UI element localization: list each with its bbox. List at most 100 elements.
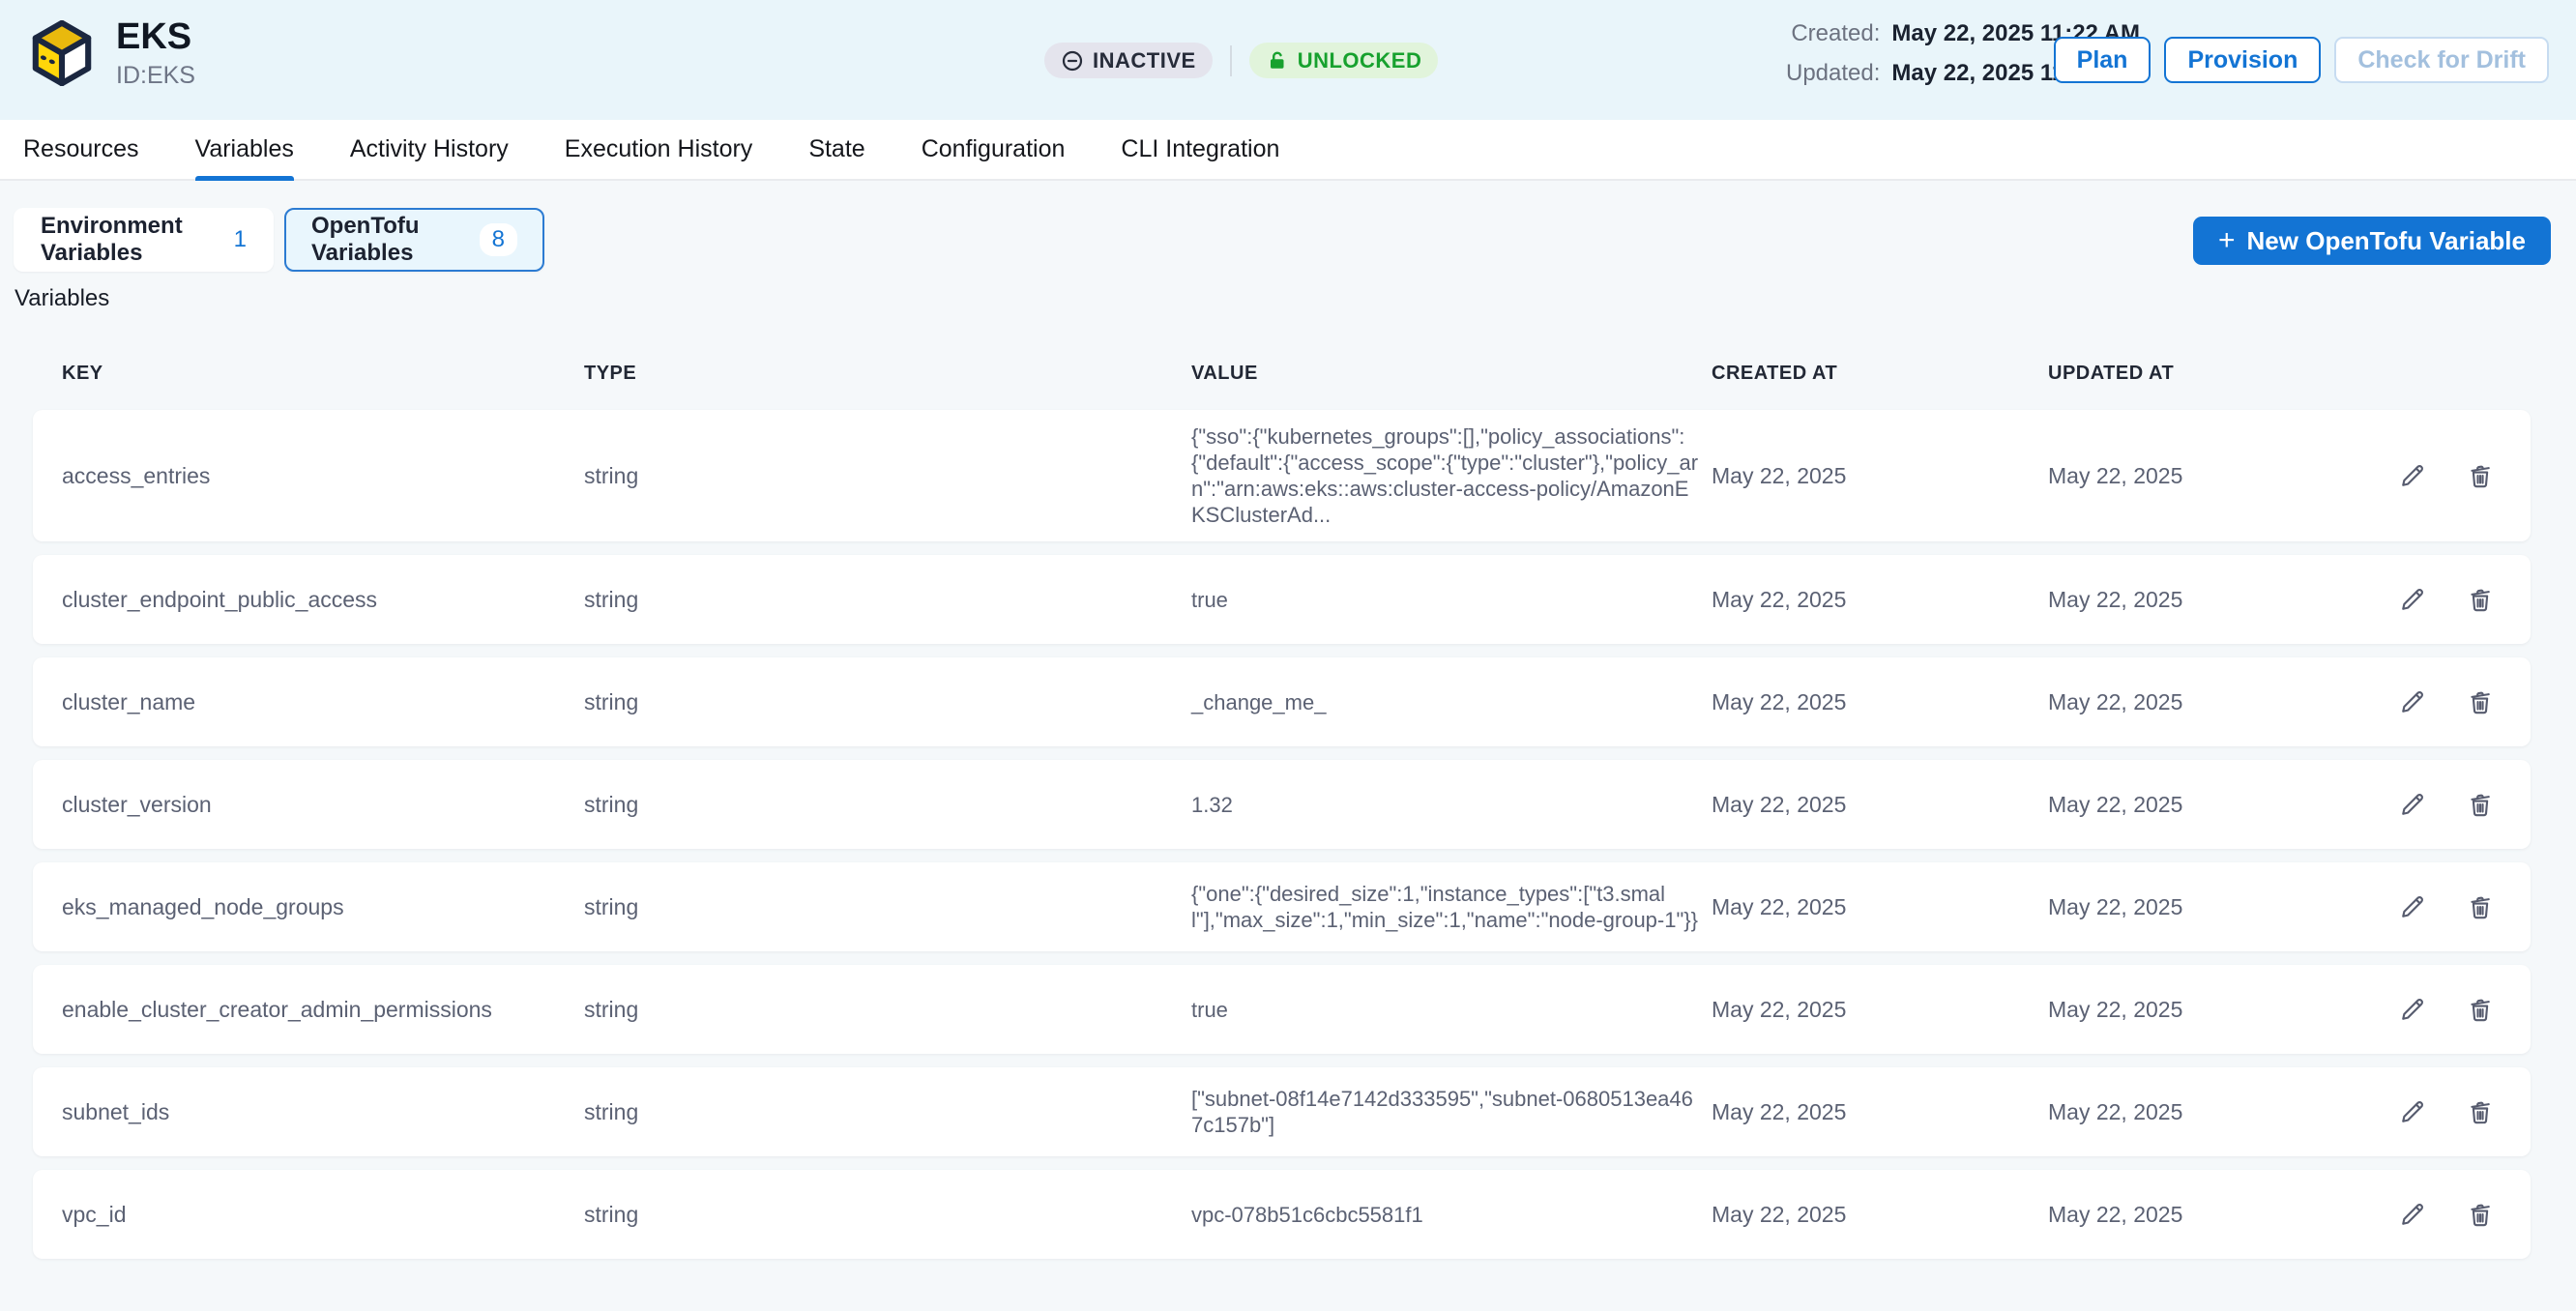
row-actions — [2397, 994, 2496, 1025]
updated-at: May 22, 2025 — [2048, 792, 2354, 818]
plan-button[interactable]: Plan — [2054, 37, 2152, 83]
page-title: EKS — [116, 17, 195, 58]
created-at: May 22, 2025 — [1712, 997, 2048, 1023]
pencil-icon — [2398, 687, 2427, 716]
edit-variable-button[interactable] — [2397, 994, 2428, 1025]
variable-type: string — [584, 463, 1191, 489]
page-subtitle: ID:EKS — [116, 62, 195, 90]
updated-at: May 22, 2025 — [2048, 1202, 2354, 1228]
column-header-value: VALUE — [1191, 363, 1712, 385]
updated-at: May 22, 2025 — [2048, 894, 2354, 920]
pencil-icon — [2398, 1097, 2427, 1126]
table-row: cluster_version string 1.32 May 22, 2025… — [33, 760, 2531, 849]
variable-value: {"sso":{"kubernetes_groups":[],"policy_a… — [1191, 423, 1712, 528]
delete-variable-button[interactable] — [2465, 789, 2496, 820]
delete-variable-button[interactable] — [2465, 994, 2496, 1025]
pencil-icon — [2398, 585, 2427, 614]
row-actions — [2397, 789, 2496, 820]
tab-cli-integration[interactable]: CLI Integration — [1121, 120, 1279, 179]
trash-icon — [2466, 790, 2495, 819]
tab-variables[interactable]: Variables — [195, 120, 294, 179]
variable-value: {"one":{"desired_size":1,"instance_types… — [1191, 881, 1712, 933]
tab-resources[interactable]: Resources — [23, 120, 139, 179]
variable-type: string — [584, 1202, 1191, 1228]
table-row: subnet_ids string ["subnet-08f14e7142d33… — [33, 1067, 2531, 1156]
environment-variables-count: 1 — [234, 226, 247, 253]
updated-at: May 22, 2025 — [2048, 689, 2354, 715]
edit-variable-button[interactable] — [2397, 789, 2428, 820]
minus-circle-icon — [1061, 49, 1084, 73]
row-actions — [2397, 584, 2496, 615]
variable-key: access_entries — [62, 463, 584, 489]
delete-variable-button[interactable] — [2465, 1096, 2496, 1127]
edit-variable-button[interactable] — [2397, 891, 2428, 922]
trash-icon — [2466, 461, 2495, 490]
page-header: EKS ID:EKS INACTIVE UNLOCKED Created: Ma… — [0, 0, 2576, 120]
edit-variable-button[interactable] — [2397, 460, 2428, 491]
variable-key: cluster_name — [62, 689, 584, 715]
edit-variable-button[interactable] — [2397, 686, 2428, 717]
variable-value: ["subnet-08f14e7142d333595","subnet-0680… — [1191, 1086, 1712, 1138]
created-at: May 22, 2025 — [1712, 1099, 2048, 1125]
delete-variable-button[interactable] — [2465, 891, 2496, 922]
pencil-icon — [2398, 461, 2427, 490]
updated-at: May 22, 2025 — [2048, 1099, 2354, 1125]
check-for-drift-button[interactable]: Check for Drift — [2334, 37, 2549, 83]
updated-at: May 22, 2025 — [2048, 587, 2354, 613]
edit-variable-button[interactable] — [2397, 1199, 2428, 1230]
created-at: May 22, 2025 — [1712, 689, 2048, 715]
delete-variable-button[interactable] — [2465, 584, 2496, 615]
new-opentofu-variable-button[interactable]: + New OpenTofu Variable — [2193, 217, 2551, 265]
column-header-type: TYPE — [584, 363, 1191, 385]
variable-value: _change_me_ — [1191, 689, 1712, 715]
subtab-row: Environment Variables 1 OpenTofu Variabl… — [14, 208, 2551, 272]
edit-variable-button[interactable] — [2397, 1096, 2428, 1127]
table-row: access_entries string {"sso":{"kubernete… — [33, 410, 2531, 541]
variable-value: vpc-078b51c6cbc5581f1 — [1191, 1202, 1712, 1228]
tab-execution-history[interactable]: Execution History — [565, 120, 753, 179]
table-row: eks_managed_node_groups string {"one":{"… — [33, 862, 2531, 951]
delete-variable-button[interactable] — [2465, 1199, 2496, 1230]
row-actions — [2397, 891, 2496, 922]
opentofu-variables-count: 8 — [480, 223, 517, 256]
tab-activity-history[interactable]: Activity History — [350, 120, 509, 179]
created-at: May 22, 2025 — [1712, 587, 2048, 613]
variable-value: true — [1191, 587, 1712, 613]
variable-key: enable_cluster_creator_admin_permissions — [62, 997, 584, 1023]
created-at: May 22, 2025 — [1712, 894, 2048, 920]
tab-state[interactable]: State — [808, 120, 864, 179]
status-badge: INACTIVE — [1044, 43, 1213, 78]
trash-icon — [2466, 892, 2495, 921]
created-label: Created: — [1786, 20, 1880, 47]
edit-variable-button[interactable] — [2397, 584, 2428, 615]
created-at: May 22, 2025 — [1712, 463, 2048, 489]
pencil-icon — [2398, 892, 2427, 921]
variable-type-switcher: Environment Variables 1 OpenTofu Variabl… — [14, 208, 544, 272]
variable-value: 1.32 — [1191, 792, 1712, 818]
variable-type: string — [584, 689, 1191, 715]
variable-type: string — [584, 792, 1191, 818]
row-actions — [2397, 460, 2496, 491]
tab-configuration[interactable]: Configuration — [922, 120, 1066, 179]
created-at: May 22, 2025 — [1712, 792, 2048, 818]
trash-icon — [2466, 1200, 2495, 1229]
variable-type: string — [584, 587, 1191, 613]
delete-variable-button[interactable] — [2465, 686, 2496, 717]
status-badges: INACTIVE UNLOCKED — [1044, 43, 1438, 78]
updated-label: Updated: — [1786, 60, 1880, 87]
table-row: vpc_id string vpc-078b51c6cbc5581f1 May … — [33, 1170, 2531, 1259]
plus-icon: + — [2218, 226, 2236, 255]
pencil-icon — [2398, 1200, 2427, 1229]
column-header-key: KEY — [62, 363, 584, 385]
table-row: cluster_endpoint_public_access string tr… — [33, 555, 2531, 644]
brand-text: EKS ID:EKS — [116, 17, 195, 90]
section-title: Variables — [15, 285, 2551, 312]
updated-at: May 22, 2025 — [2048, 463, 2354, 489]
subtab-environment-variables[interactable]: Environment Variables 1 — [14, 208, 274, 272]
variable-key: vpc_id — [62, 1202, 584, 1228]
row-actions — [2397, 686, 2496, 717]
subtab-opentofu-variables[interactable]: OpenTofu Variables 8 — [284, 208, 544, 272]
provision-button[interactable]: Provision — [2164, 37, 2321, 83]
created-at: May 22, 2025 — [1712, 1202, 2048, 1228]
delete-variable-button[interactable] — [2465, 460, 2496, 491]
